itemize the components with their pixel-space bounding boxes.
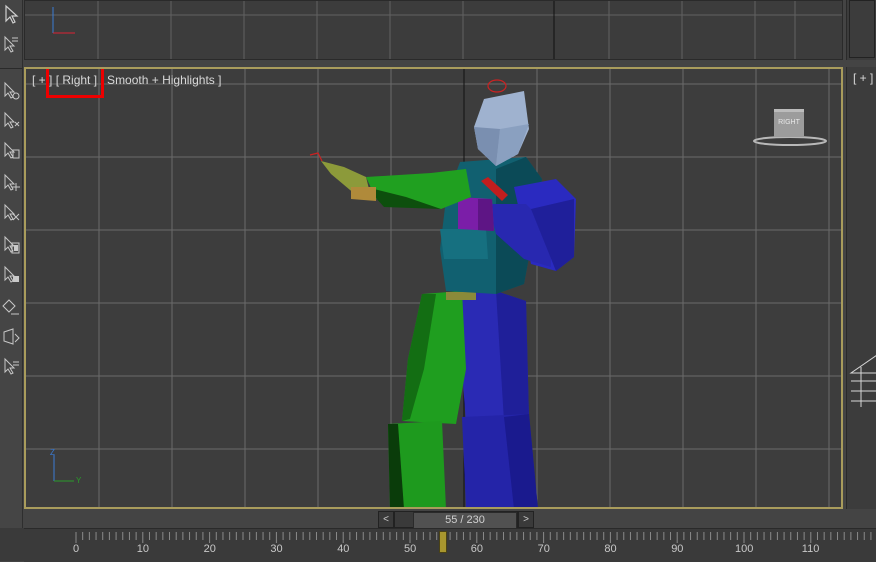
- select-filter-icon[interactable]: [1, 296, 21, 318]
- select-window-icon[interactable]: [1, 326, 21, 348]
- axis-y-label: Y: [76, 476, 82, 485]
- tick-label: 70: [537, 543, 550, 555]
- top-viewport[interactable]: [24, 0, 843, 60]
- select-remove-icon[interactable]: [1, 202, 21, 224]
- viewport-shading-menu[interactable]: [ Smooth + Highlights ]: [100, 73, 221, 87]
- current-frame-marker[interactable]: [439, 531, 448, 553]
- select-copy-icon[interactable]: [1, 140, 21, 162]
- viewport-scene: Z Y: [26, 69, 841, 507]
- axis-tripod: [53, 455, 74, 482]
- tick-label: 40: [337, 543, 350, 555]
- right-side-viewport[interactable]: [ + ]: [846, 67, 876, 509]
- tick-label: 0: [73, 543, 80, 555]
- right-viewport-active[interactable]: Z Y RIGHT [ + ] [ Right ] [ Smooth + Hig…: [24, 67, 843, 509]
- select-by-name-icon[interactable]: [1, 34, 21, 56]
- time-slider-thumb[interactable]: 55 / 230: [413, 512, 517, 529]
- viewcube-face-label[interactable]: RIGHT: [774, 119, 804, 126]
- right-viewport-grid-fragment: [849, 355, 876, 407]
- time-slider-next-button[interactable]: >: [518, 511, 534, 528]
- select-add-icon[interactable]: [1, 172, 21, 194]
- select-paste-icon[interactable]: [1, 234, 21, 256]
- tick-label: 100: [735, 543, 754, 555]
- tick-label: 90: [671, 543, 684, 555]
- left-toolbar: [0, 0, 23, 530]
- select-region-icon[interactable]: [1, 264, 21, 286]
- tick-label: 30: [270, 543, 283, 555]
- top-viewport-grid: [25, 1, 842, 59]
- time-slider: < 55 / 230 >: [376, 510, 536, 529]
- tick-label: 10: [136, 543, 150, 555]
- top-right-viewport[interactable]: [846, 0, 876, 60]
- select-move-icon[interactable]: [1, 110, 21, 132]
- track-bar[interactable]: 0 10 20 30 40 50 60 70 80 90 100 110: [24, 528, 876, 562]
- character-mesh: [309, 79, 576, 507]
- tick-label: 80: [604, 543, 617, 555]
- toolbar-divider: [0, 68, 22, 69]
- tick-label: 20: [203, 543, 216, 555]
- tick-label: 50: [404, 543, 417, 555]
- select-link-icon[interactable]: [1, 80, 21, 102]
- time-slider-prev-button[interactable]: <: [378, 511, 394, 528]
- highlight-box: [46, 69, 104, 98]
- time-slider-track[interactable]: 55 / 230: [394, 511, 518, 529]
- top-right-viewport-frame: [849, 0, 875, 58]
- axis-z-label: Z: [50, 448, 55, 457]
- viewcube: [753, 109, 827, 146]
- select-crossing-icon[interactable]: [1, 356, 21, 378]
- tick-label: 110: [801, 543, 820, 555]
- tick-label: 60: [470, 543, 484, 555]
- right-viewport-label[interactable]: [ + ]: [853, 71, 873, 85]
- select-object-icon[interactable]: [1, 4, 21, 26]
